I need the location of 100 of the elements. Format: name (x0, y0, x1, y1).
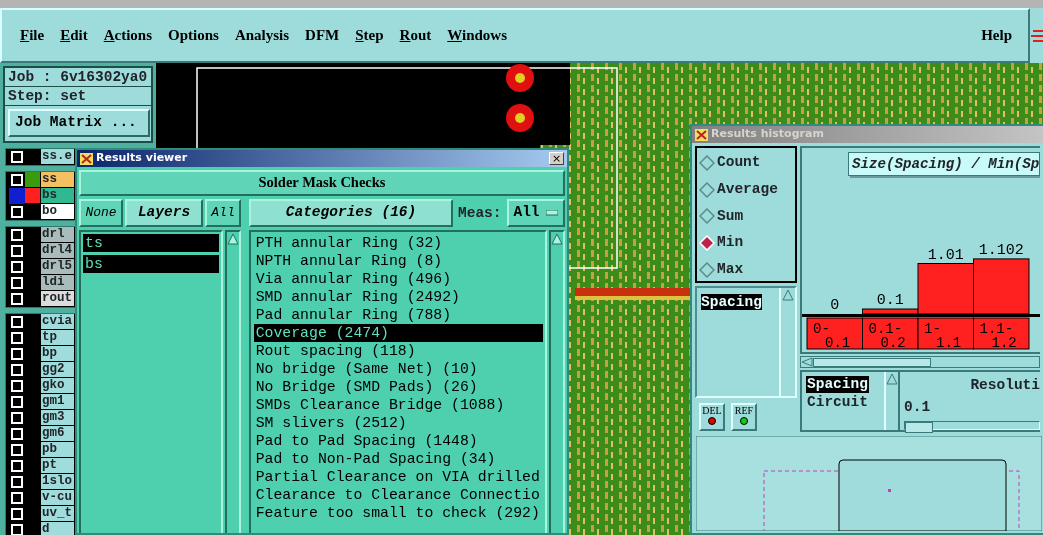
window-icon (80, 152, 93, 165)
window-title: Results viewer (96, 150, 188, 167)
radio-button[interactable]: Max (699, 259, 793, 281)
resolution-value: 0.1 (904, 397, 932, 417)
layer-name[interactable]: bo (41, 204, 74, 220)
x-tick-label: 0-0.1 (813, 321, 851, 351)
categories-button[interactable]: Categories (16) (249, 199, 453, 227)
list-item[interactable]: Pad to Non-Pad Spacing (34) (253, 450, 543, 468)
list-item[interactable]: Pad annular Ring (788) (253, 306, 543, 324)
layer-name[interactable]: drl (41, 227, 74, 243)
layer-name[interactable]: pt (41, 458, 74, 474)
layer-name[interactable]: ss (41, 172, 74, 188)
slider[interactable] (904, 420, 1040, 430)
scrollbar[interactable] (549, 230, 565, 533)
layer-name[interactable]: d (41, 522, 74, 535)
close-button[interactable]: × (549, 152, 564, 165)
list-item[interactable]: No Bridge (SMD Pads) (26) (253, 378, 543, 396)
menu-item[interactable]: Help (975, 22, 1018, 49)
radio-button[interactable]: Average (699, 178, 793, 201)
list-item[interactable]: Via annular Ring (496) (253, 270, 543, 288)
menu-item[interactable]: Edit (54, 22, 94, 49)
list-item[interactable]: ts (83, 234, 219, 252)
radio-button[interactable]: Count (699, 152, 793, 174)
layer-name[interactable]: gko (41, 378, 74, 394)
list-item[interactable]: SMD annular Ring (2492) (253, 288, 543, 306)
menu-item[interactable]: Actions (97, 22, 159, 49)
layer-name[interactable]: gm3 (41, 410, 74, 426)
list-item[interactable]: Pad to Pad Spacing (1448) (253, 432, 543, 450)
layer-name[interactable]: drl5 (41, 259, 74, 275)
up-arrow-icon (226, 232, 239, 246)
layer-name[interactable]: ss.e (41, 149, 74, 165)
lines-icon (1030, 28, 1043, 43)
checkbox[interactable] (11, 189, 23, 202)
list-item[interactable]: NPTH annular Ring (8) (253, 252, 543, 270)
data-label: 0.1 (876, 292, 904, 309)
pad (506, 64, 534, 92)
up-arrow-icon (781, 288, 795, 302)
layer-name[interactable]: gm1 (41, 394, 74, 410)
small-button[interactable]: DEL (699, 403, 725, 431)
up-arrow-icon (551, 232, 563, 246)
list-item[interactable]: Partial Clearance on VIA drilled (253, 468, 543, 486)
dropdown-icon (545, 210, 558, 216)
layer-name[interactable]: cvia (41, 314, 74, 330)
list-item[interactable]: Spacing (806, 376, 869, 393)
x-tick-label: 1.1-1.2 (979, 321, 1017, 351)
meas-dropdown[interactable]: All (506, 199, 565, 227)
category-cell: 1.1-1.2 (973, 317, 1030, 351)
layers-button[interactable]: Layers (125, 199, 203, 227)
up-arrow-icon (886, 372, 898, 386)
x-tick-label: 1-1.1 (924, 321, 962, 351)
heading-button[interactable]: Solder Mask Checks (79, 170, 565, 196)
menu-item[interactable]: DFM (299, 22, 346, 49)
menu-item[interactable]: File (14, 22, 51, 49)
data-label: 1.01 (927, 246, 964, 264)
layer-name[interactable]: rout (41, 291, 74, 307)
x-tick-label: 0.1-0.2 (868, 321, 906, 351)
list-item[interactable]: SMDs Clearance Bridge (1088) (253, 396, 543, 414)
layer-name[interactable]: tp (41, 330, 74, 346)
layer-name[interactable]: pb (41, 442, 74, 458)
radio-button[interactable]: Min (699, 232, 793, 254)
all-button[interactable]: All (205, 199, 241, 227)
slider-thumb[interactable] (905, 421, 933, 433)
menu-item[interactable]: Windows (441, 22, 514, 49)
small-button[interactable]: REF (731, 403, 757, 431)
layer-name[interactable]: 1slo (41, 474, 74, 490)
window-title: Results histogram (711, 126, 824, 143)
list-item[interactable]: Feature too small to check (292) (253, 504, 543, 522)
chart-title: Size(Spacing) / Min(Sp (848, 152, 1040, 176)
left-arrow-icon (801, 357, 813, 367)
list-item[interactable]: No bridge (Same Net) (10) (253, 360, 543, 378)
step-label: Step: set (5, 87, 151, 106)
job-matrix-button[interactable]: Job Matrix ... (8, 109, 150, 137)
list-item[interactable]: Coverage (2474) (253, 324, 543, 342)
job-label: Job : 6v16302ya0 (5, 68, 151, 87)
layer-name[interactable]: gg2 (41, 362, 74, 378)
list-item[interactable]: Circuit (806, 394, 869, 411)
layer-name[interactable]: ldi (41, 275, 74, 291)
layer-name[interactable]: drl4 (41, 243, 74, 259)
scrollbar[interactable] (884, 372, 900, 430)
list-item[interactable]: bs (83, 255, 219, 273)
list-item[interactable]: SM slivers (2512) (253, 414, 543, 432)
list-item[interactable]: Clearance to Clearance Connectio (253, 486, 543, 504)
layer-name[interactable]: bp (41, 346, 74, 362)
menu-item[interactable]: Analysis (228, 22, 296, 49)
list-item[interactable]: PTH annular Ring (32) (253, 234, 543, 252)
menu-item[interactable]: Options (162, 22, 225, 49)
menu-item[interactable]: Step (349, 22, 390, 49)
layer-name[interactable]: gm6 (41, 426, 74, 442)
layer-name[interactable]: v-cu (41, 490, 74, 506)
scrollbar[interactable] (800, 356, 1040, 368)
menu-item[interactable]: Rout (393, 22, 438, 49)
none-button[interactable]: None (79, 199, 123, 227)
layer-name[interactable]: uv_t (41, 506, 74, 522)
list-item[interactable]: Rout spacing (118) (253, 342, 543, 360)
layer-name[interactable]: bs (41, 188, 74, 204)
pad (506, 104, 534, 132)
radio-button[interactable]: Sum (699, 205, 793, 228)
list-item[interactable]: Spacing (701, 294, 762, 310)
scrollbar[interactable] (224, 230, 241, 533)
category-cell: 0-0.1 (806, 317, 863, 351)
